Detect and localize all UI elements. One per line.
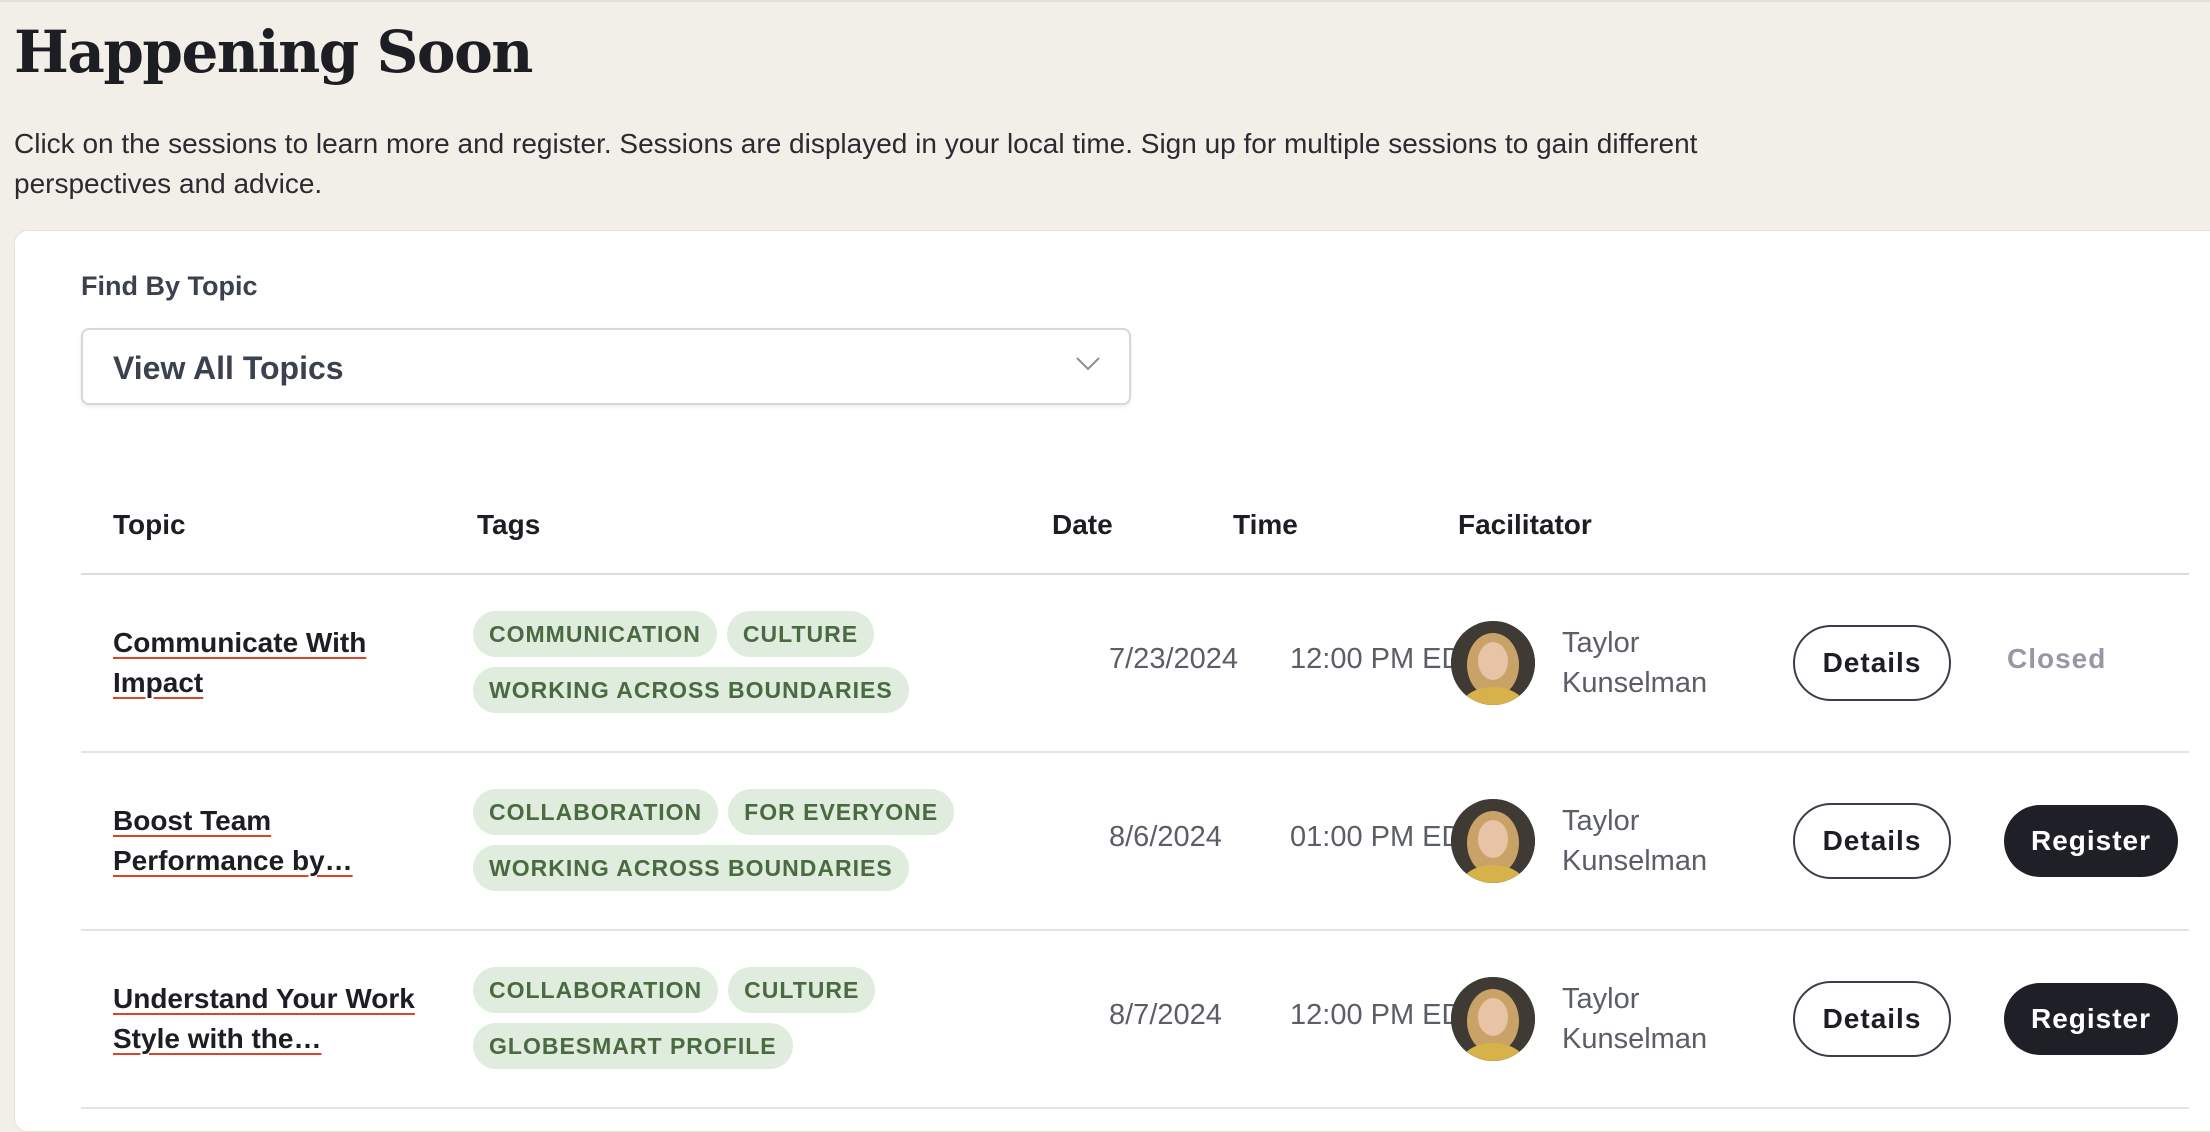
facilitator-avatar <box>1451 977 1535 1061</box>
closed-status: Closed <box>2007 643 2107 674</box>
sessions-table: Topic Tags Date Time Facilitator Communi… <box>81 461 2189 1109</box>
details-button[interactable]: Details <box>1793 625 1951 701</box>
tag-badge: WORKING ACROSS BOUNDARIES <box>473 667 909 713</box>
facilitator-name: Taylor Kunselman <box>1562 627 1708 699</box>
facilitator-name: Taylor Kunselman <box>1562 983 1708 1055</box>
session-tags: COLLABORATION CULTURE GLOBESMART PROFILE <box>473 967 1013 1069</box>
tag-badge: CULTURE <box>728 967 876 1013</box>
details-button[interactable]: Details <box>1793 803 1951 879</box>
header-topic: Topic <box>113 509 186 540</box>
topic-filter-label: Find By Topic <box>81 271 258 301</box>
session-date: 8/7/2024 <box>1109 999 1222 1031</box>
facilitator-name: Taylor Kunselman <box>1562 805 1708 877</box>
tag-badge: GLOBESMART PROFILE <box>473 1023 793 1069</box>
topic-select-value: View All Topics <box>113 350 344 386</box>
header-date: Date <box>1052 509 1113 540</box>
register-button[interactable]: Register <box>2004 983 2178 1055</box>
session-tags: COMMUNICATION CULTURE WORKING ACROSS BOU… <box>473 611 1013 713</box>
page-title: Happening Soon <box>14 18 533 86</box>
sessions-card: Find By Topic View All Topics Topic Tags… <box>14 230 2210 1132</box>
session-topic-link[interactable]: Boost Team Performance by… <box>113 801 433 881</box>
top-divider <box>0 0 2210 2</box>
table-row: Understand Your Work Style with the… COL… <box>81 931 2189 1109</box>
table-header: Topic Tags Date Time Facilitator <box>81 461 2189 575</box>
facilitator-avatar <box>1451 621 1535 705</box>
session-date: 8/6/2024 <box>1109 821 1222 853</box>
facilitator-avatar <box>1451 799 1535 883</box>
tag-badge: FOR EVERYONE <box>728 789 955 835</box>
tag-badge: COLLABORATION <box>473 967 719 1013</box>
table-row: Boost Team Performance by… COLLABORATION… <box>81 753 2189 931</box>
header-tags: Tags <box>477 509 541 540</box>
details-button[interactable]: Details <box>1793 981 1951 1057</box>
session-topic-link[interactable]: Understand Your Work Style with the… <box>113 979 433 1059</box>
table-row: Communicate With Impact COMMUNICATION CU… <box>81 575 2189 753</box>
tag-badge: CULTURE <box>726 611 875 657</box>
header-time: Time <box>1233 509 1298 540</box>
chevron-down-icon <box>1076 357 1100 371</box>
session-topic-link[interactable]: Communicate With Impact <box>113 623 433 703</box>
session-tags: COLLABORATION FOR EVERYONE WORKING ACROS… <box>473 789 1013 891</box>
tag-badge: COMMUNICATION <box>473 611 717 657</box>
header-facilitator: Facilitator <box>1458 509 1592 540</box>
register-button[interactable]: Register <box>2004 805 2178 877</box>
tag-badge: COLLABORATION <box>473 789 719 835</box>
page-intro: Click on the sessions to learn more and … <box>14 128 1698 199</box>
session-date: 7/23/2024 <box>1109 643 1239 675</box>
tag-badge: WORKING ACROSS BOUNDARIES <box>473 845 909 891</box>
topic-select[interactable]: View All Topics <box>81 328 1131 405</box>
